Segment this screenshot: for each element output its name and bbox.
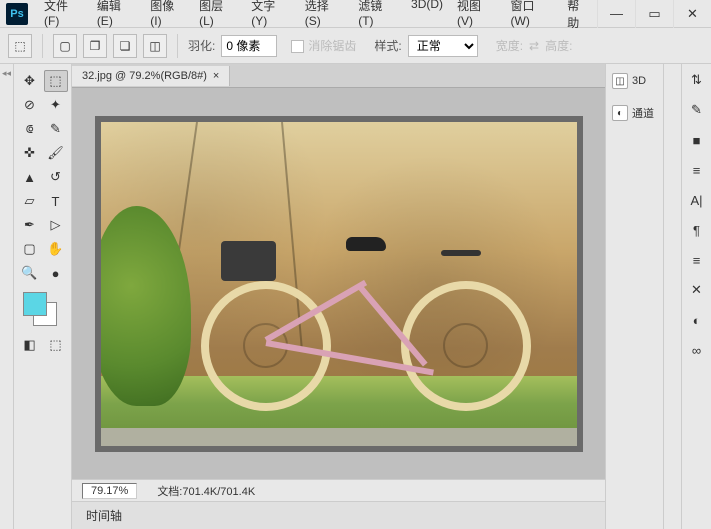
app-logo: Ps	[6, 3, 28, 25]
character-panel-icon[interactable]: A|	[687, 190, 707, 210]
menu-edit[interactable]: 编辑(E)	[91, 0, 142, 35]
new-selection-button[interactable]: ▢	[53, 34, 77, 58]
menu-view[interactable]: 视图(V)	[451, 0, 502, 35]
cc-panel-icon[interactable]: ∞	[687, 340, 707, 360]
right-tool-strip: ⇅ ✎ ■ ≡ A| ¶ ≡ ✕ ◐ ∞	[681, 64, 711, 529]
canvas[interactable]	[95, 116, 583, 452]
wand-tool[interactable]: ✦	[44, 94, 68, 116]
path-select-tool[interactable]: ▷	[44, 214, 68, 236]
document-tab[interactable]: 32.jpg @ 79.2%(RGB/8#) ×	[72, 66, 230, 86]
color-panel-icon[interactable]: ◐	[687, 310, 707, 330]
right-collapse-strip[interactable]	[663, 64, 681, 529]
titlebar: Ps 文件(F) 编辑(E) 图像(I) 图层(L) 文字(Y) 选择(S) 滤…	[0, 0, 711, 28]
menu-layer[interactable]: 图层(L)	[193, 0, 243, 35]
panel-channels[interactable]: ◐通道	[610, 102, 659, 124]
intersect-selection-button[interactable]: ◫	[143, 34, 167, 58]
menu-file[interactable]: 文件(F)	[38, 0, 89, 35]
swatches-panel-icon[interactable]: ■	[687, 130, 707, 150]
feather-input[interactable]	[221, 35, 277, 57]
document-tab-close-icon[interactable]: ×	[213, 70, 219, 82]
timeline-panel[interactable]: 时间轴	[72, 501, 605, 529]
menu-image[interactable]: 图像(I)	[144, 0, 191, 35]
document-tab-title: 32.jpg @ 79.2%(RGB/8#)	[82, 70, 207, 82]
window-controls: — ▭ ✕	[597, 0, 711, 28]
document-tabs: 32.jpg @ 79.2%(RGB/8#) ×	[72, 64, 605, 88]
doc-size-value: 701.4K/701.4K	[182, 486, 255, 498]
canvas-image-bicycle	[201, 191, 531, 411]
stamp-tool[interactable]: ▲	[18, 166, 42, 188]
blur-tool[interactable]: ●	[44, 262, 68, 284]
panel-3d[interactable]: ◫ 3D	[610, 70, 659, 92]
cube-icon: ◫	[612, 73, 628, 89]
menu-3d[interactable]: 3D(D)	[405, 0, 449, 35]
heal-tool[interactable]: ✜	[18, 142, 42, 164]
style-select[interactable]: 正常	[408, 35, 478, 57]
right-panel-group: ◫ 3D ◐通道	[605, 64, 663, 529]
feather-label: 羽化:	[188, 37, 215, 54]
marquee-tool[interactable]: ⬚	[44, 70, 68, 92]
antialias-checkbox[interactable]	[291, 40, 304, 53]
zoom-display[interactable]: 79.17%	[82, 483, 137, 499]
subtract-selection-button[interactable]: ❏	[113, 34, 137, 58]
timeline-label: 时间轴	[86, 507, 122, 524]
paragraph-panel-icon[interactable]: ¶	[687, 220, 707, 240]
color-swatches[interactable]	[23, 292, 63, 328]
quickmask-tool[interactable]: ◧	[18, 334, 42, 356]
type-tool[interactable]: T	[44, 190, 68, 212]
screenmode-tool[interactable]: ⬚	[44, 334, 68, 356]
shape-tool[interactable]: ▢	[18, 238, 42, 260]
channels-icon: ◐	[612, 105, 628, 121]
doc-size-label: 文档:	[157, 486, 182, 498]
menu-window[interactable]: 窗口(W)	[505, 0, 560, 35]
menu-help[interactable]: 帮助	[561, 0, 597, 35]
brush-panel-icon[interactable]: ✎	[687, 100, 707, 120]
move-tool[interactable]: ✥	[18, 70, 42, 92]
menu-filter[interactable]: 滤镜(T)	[352, 0, 403, 35]
pen-tool[interactable]: ✒	[18, 214, 42, 236]
foreground-color-swatch[interactable]	[23, 292, 47, 316]
menubar: 文件(F) 编辑(E) 图像(I) 图层(L) 文字(Y) 选择(S) 滤镜(T…	[38, 0, 597, 35]
zoom-tool[interactable]: 🔍	[18, 262, 42, 284]
adjust-icon[interactable]: ⇅	[687, 70, 707, 90]
height-label: 高度:	[545, 37, 572, 54]
tool-preset-button[interactable]: ⬚	[8, 34, 32, 58]
left-collapse-strip[interactable]: ◂◂	[0, 64, 14, 529]
crop-tool[interactable]: ⟃	[18, 118, 42, 140]
menu-select[interactable]: 选择(S)	[299, 0, 350, 35]
antialias-label: 消除锯齿	[308, 39, 356, 53]
menu-type[interactable]: 文字(Y)	[245, 0, 296, 35]
swap-wh-icon[interactable]: ⇄	[529, 39, 539, 53]
status-bar: 79.17% 文档:701.4K/701.4K	[72, 479, 605, 501]
style-label: 样式:	[374, 37, 401, 54]
tools-panel-icon[interactable]: ✕	[687, 280, 707, 300]
close-button[interactable]: ✕	[673, 0, 711, 28]
eraser-tool[interactable]: ▱	[18, 190, 42, 212]
minimize-button[interactable]: —	[597, 0, 635, 28]
width-label: 宽度:	[496, 37, 523, 54]
layers-panel-icon[interactable]: ≡	[687, 160, 707, 180]
panel-channels-label: 通道	[632, 105, 654, 121]
add-selection-button[interactable]: ❐	[83, 34, 107, 58]
brush-tool[interactable]: 🖌	[44, 142, 68, 164]
toolbox: ✥⬚ ⊘✦ ⟃✎ ✜🖌 ▲↺ ▱T ✒▷ ▢✋ 🔍● ◧⬚	[14, 64, 72, 529]
history-brush-tool[interactable]: ↺	[44, 166, 68, 188]
eyedropper-tool[interactable]: ✎	[44, 118, 68, 140]
maximize-button[interactable]: ▭	[635, 0, 673, 28]
properties-panel-icon[interactable]: ≡	[687, 250, 707, 270]
canvas-area[interactable]	[72, 88, 605, 479]
hand-tool[interactable]: ✋	[44, 238, 68, 260]
panel-3d-label: 3D	[632, 75, 646, 87]
lasso-tool[interactable]: ⊘	[18, 94, 42, 116]
